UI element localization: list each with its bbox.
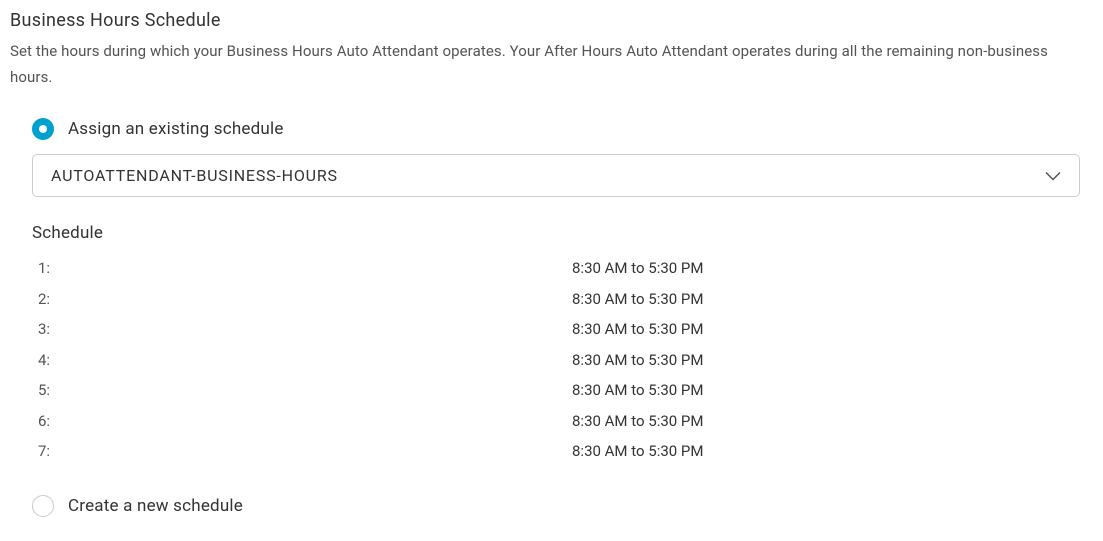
schedule-row-time: 8:30 AM to 5:30 PM [572,349,703,372]
radio-unselected-icon[interactable] [32,495,54,517]
schedule-row: 2: 8:30 AM to 5:30 PM [32,284,1093,315]
schedule-row-time: 8:30 AM to 5:30 PM [572,379,703,402]
radio-selected-icon[interactable] [32,118,54,140]
schedule-heading: Schedule [32,223,1093,243]
schedule-row: 6: 8:30 AM to 5:30 PM [32,406,1093,437]
schedule-row-index: 5: [32,379,572,402]
page-description: Set the hours during which your Business… [10,39,1093,90]
chevron-down-icon [1045,166,1061,185]
schedule-row-time: 8:30 AM to 5:30 PM [572,318,703,341]
schedule-row-time: 8:30 AM to 5:30 PM [572,257,703,280]
dropdown-selected-value: AUTOATTENDANT-BUSINESS-HOURS [51,166,338,185]
schedule-row-time: 8:30 AM to 5:30 PM [572,440,703,463]
schedule-section: Schedule 1: 8:30 AM to 5:30 PM 2: 8:30 A… [32,223,1093,467]
schedule-row-index: 3: [32,318,572,341]
schedule-row: 5: 8:30 AM to 5:30 PM [32,375,1093,406]
schedule-options-group: Assign an existing schedule AUTOATTENDAN… [10,118,1093,517]
schedule-row: 4: 8:30 AM to 5:30 PM [32,345,1093,376]
schedule-row-index: 2: [32,288,572,311]
create-new-option[interactable]: Create a new schedule [32,495,1093,517]
schedule-row-index: 1: [32,257,572,280]
schedule-row: 1: 8:30 AM to 5:30 PM [32,253,1093,284]
schedule-row-time: 8:30 AM to 5:30 PM [572,410,703,433]
schedule-row-index: 7: [32,440,572,463]
schedule-dropdown[interactable]: AUTOATTENDANT-BUSINESS-HOURS [32,154,1080,197]
schedule-row: 3: 8:30 AM to 5:30 PM [32,314,1093,345]
assign-existing-option[interactable]: Assign an existing schedule [32,118,1093,140]
create-new-label: Create a new schedule [68,496,243,516]
schedule-row-index: 6: [32,410,572,433]
schedule-row: 7: 8:30 AM to 5:30 PM [32,436,1093,467]
schedule-row-time: 8:30 AM to 5:30 PM [572,288,703,311]
assign-existing-label: Assign an existing schedule [68,119,284,139]
page-title: Business Hours Schedule [10,10,1093,31]
schedule-row-index: 4: [32,349,572,372]
